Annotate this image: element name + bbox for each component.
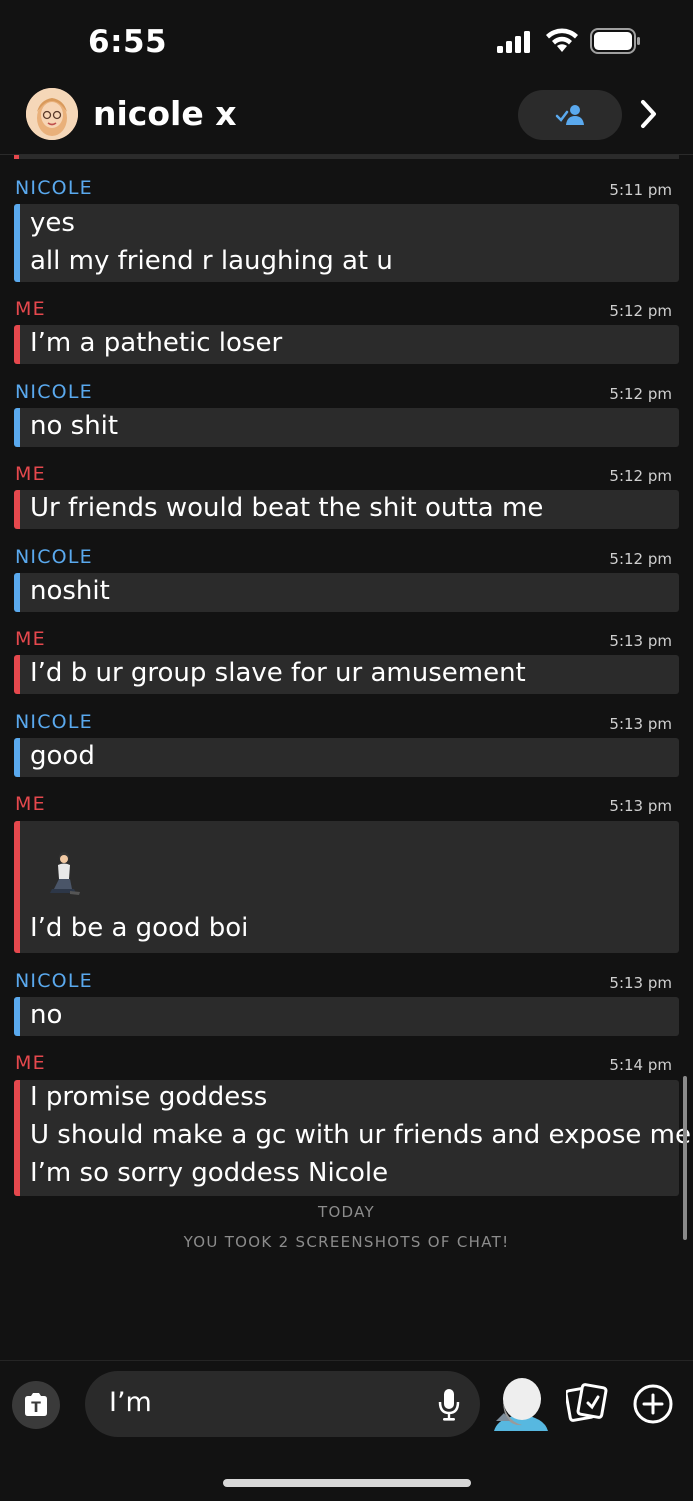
message-text: yes	[30, 208, 75, 238]
message-text: noshit	[30, 576, 110, 606]
sender-color-bar	[14, 997, 20, 1036]
camera-button[interactable]: T	[12, 1381, 60, 1429]
avatar[interactable]	[26, 88, 78, 140]
sender-label: ME	[15, 793, 46, 815]
sender-label: NICOLE	[15, 177, 93, 199]
message-timestamp: 5:12 pm	[609, 467, 672, 485]
message-timestamp: 5:12 pm	[609, 302, 672, 320]
message-input-value: I’m	[109, 1387, 152, 1418]
message-timestamp: 5:14 pm	[609, 1056, 672, 1074]
message-input[interactable]: I’m	[85, 1371, 480, 1437]
signal-icon	[497, 31, 530, 53]
clipped-message-bubble	[14, 155, 679, 159]
home-indicator[interactable]	[223, 1479, 471, 1487]
message-timestamp: 5:13 pm	[609, 715, 672, 733]
sender-label: ME	[15, 1052, 46, 1074]
sender-color-bar	[14, 204, 20, 282]
message-text: I’m so sorry goddess Nicole	[30, 1158, 389, 1188]
sender-color-bar	[14, 821, 20, 953]
sender-label: ME	[15, 628, 46, 650]
sender-label: NICOLE	[15, 546, 93, 568]
message-bubble[interactable]: no	[14, 997, 679, 1036]
message-text: I’m a pathetic loser	[30, 328, 283, 358]
sender-color-bar	[14, 1080, 20, 1196]
battery-icon	[590, 28, 640, 54]
mic-icon[interactable]	[438, 1388, 460, 1422]
bitmoji-icon[interactable]	[492, 1375, 550, 1433]
bitmoji-avatar-icon	[26, 88, 78, 140]
day-separator: TODAY	[317, 1203, 375, 1221]
message-text: Ur friends would beat the shit outta me	[30, 493, 544, 523]
sender-color-bar	[14, 655, 20, 694]
cards-icon[interactable]	[566, 1383, 608, 1423]
message-bubble[interactable]: I’m a pathetic loser	[14, 325, 679, 364]
message-bubble[interactable]: I promise goddess U should make a gc wit…	[14, 1080, 691, 1196]
wifi-icon	[546, 28, 578, 52]
sender-color-bar	[14, 408, 20, 447]
sender-label: ME	[15, 463, 46, 485]
message-bubble[interactable]: noshit	[14, 573, 679, 612]
message-bubble[interactable]: I’d b ur group slave for ur amusement	[14, 655, 679, 694]
kneeling-person-icon	[50, 852, 80, 895]
sender-label: ME	[15, 298, 46, 320]
message-timestamp: 5:13 pm	[609, 797, 672, 815]
message-text: I’d b ur group slave for ur amusement	[30, 658, 526, 688]
message-text: good	[30, 741, 95, 771]
sender-color-bar	[14, 325, 20, 364]
sender-label: NICOLE	[15, 970, 93, 992]
camera-icon: T	[25, 1393, 47, 1416]
message-timestamp: 5:13 pm	[609, 974, 672, 992]
friend-check-icon	[555, 105, 584, 125]
chevron-right-icon[interactable]	[640, 98, 658, 130]
message-bubble[interactable]: yes all my friend r laughing at u	[14, 204, 679, 282]
chat-header: nicole x	[0, 80, 693, 155]
message-timestamp: 5:13 pm	[609, 632, 672, 650]
message-text: no	[30, 1000, 63, 1030]
message-text: no shit	[30, 411, 119, 441]
message-bubble[interactable]: I’d be a good boi	[14, 821, 679, 953]
message-timestamp: 5:11 pm	[609, 181, 672, 199]
svg-text:T: T	[31, 1400, 41, 1416]
sender-color-bar	[14, 573, 20, 612]
message-text: all my friend r laughing at u	[30, 246, 393, 276]
message-text: I’d be a good boi	[30, 913, 249, 943]
status-bar: 6:55	[0, 0, 693, 80]
message-timestamp: 5:12 pm	[609, 550, 672, 568]
sender-label: NICOLE	[15, 711, 93, 733]
message-text: I promise goddess	[30, 1082, 268, 1112]
friend-status-button[interactable]	[518, 90, 622, 140]
sender-color-bar	[14, 738, 20, 777]
chat-thread[interactable]: NICOLE 5:11 pm yes all my friend r laugh…	[0, 155, 693, 1255]
plus-icon[interactable]	[632, 1383, 674, 1425]
message-bubble[interactable]: Ur friends would beat the shit outta me	[14, 490, 679, 529]
status-time: 6:55	[88, 24, 168, 60]
message-timestamp: 5:12 pm	[609, 385, 672, 403]
screenshot-notice: YOU TOOK 2 SCREENSHOTS OF CHAT!	[183, 1233, 510, 1251]
sender-label: NICOLE	[15, 381, 93, 403]
message-text: U should make a gc with ur friends and e…	[30, 1120, 691, 1150]
chat-title[interactable]: nicole x	[93, 94, 237, 133]
sender-color-bar	[14, 490, 20, 529]
message-bubble[interactable]: good	[14, 738, 679, 777]
message-bubble[interactable]: no shit	[14, 408, 679, 447]
